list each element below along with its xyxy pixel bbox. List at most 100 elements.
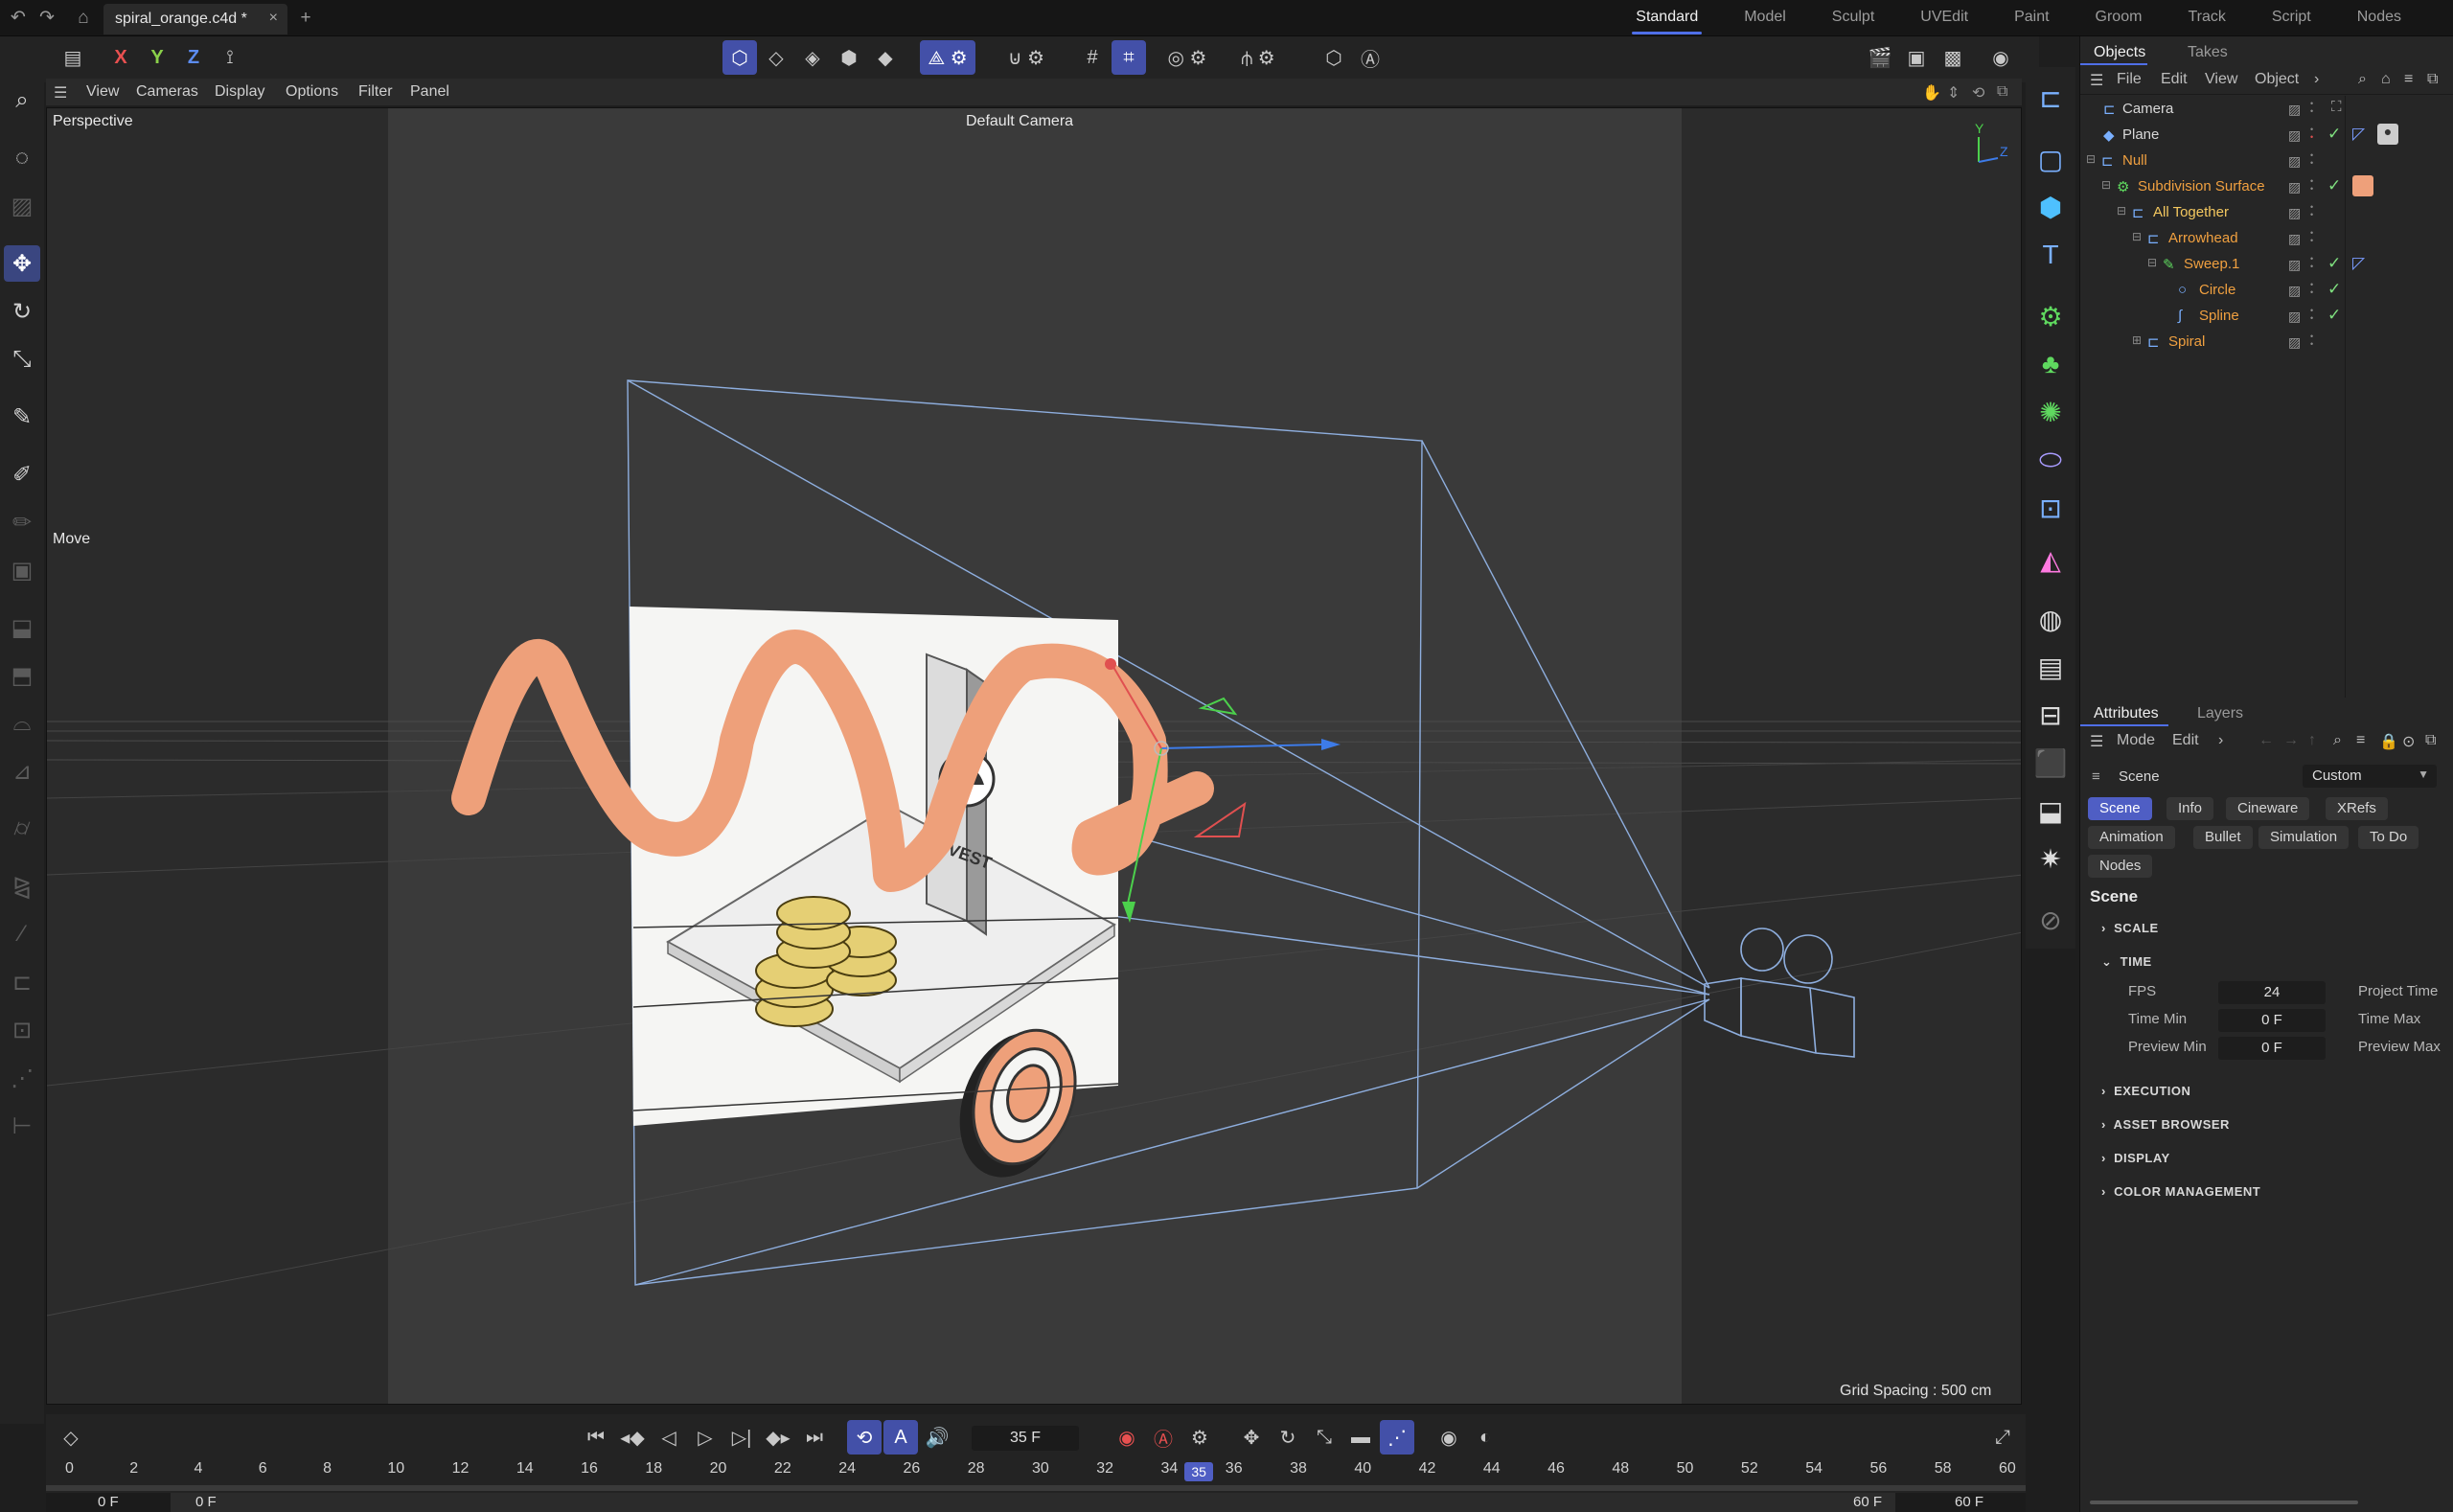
cylinder-icon[interactable]: ⌭: [4, 811, 40, 847]
enabled-check-icon[interactable]: ✓: [2327, 280, 2341, 299]
menu-panel[interactable]: Panel: [410, 83, 449, 101]
layer-toggle-icon[interactable]: ▨: [2288, 179, 2304, 195]
object-row-camera[interactable]: ⊏ Camera ▨ • • ⛶: [2080, 96, 2453, 122]
preview-min-field[interactable]: 0 F: [2218, 1037, 2326, 1060]
collapse-icon[interactable]: ⊟: [2132, 230, 2142, 243]
extrude-icon[interactable]: ⬓: [4, 609, 40, 646]
objects-menu-edit[interactable]: Edit: [2161, 71, 2188, 88]
pla-key-icon[interactable]: ⋰: [1380, 1420, 1414, 1455]
visibility-dots[interactable]: • •: [2310, 126, 2318, 142]
objects-filter-icon[interactable]: ≡: [2404, 71, 2413, 88]
object-row-circle[interactable]: ○ Circle ▨ • • ✓: [2080, 277, 2453, 303]
playback-rate-icon[interactable]: A: [883, 1420, 918, 1455]
menu-cameras[interactable]: Cameras: [136, 83, 198, 101]
menu-view[interactable]: View: [86, 83, 119, 101]
end-frame-field[interactable]: 60 F: [1955, 1494, 1983, 1510]
layer-toggle-icon[interactable]: ▨: [2288, 102, 2304, 117]
motion-system-icon[interactable]: ◉: [1432, 1420, 1466, 1455]
camera-icon[interactable]: ⬛: [2031, 744, 2070, 782]
redo-icon[interactable]: ↷: [34, 6, 59, 31]
pen-tool-icon[interactable]: ✎: [4, 399, 40, 435]
live-selection-icon[interactable]: ◌: [4, 140, 40, 176]
volume-icon[interactable]: ◭: [2031, 540, 2070, 579]
document-tab[interactable]: spiral_orange.c4d * ×: [103, 4, 287, 34]
pan-icon[interactable]: ✋: [1922, 83, 1941, 103]
cube-icon[interactable]: ⬢: [2031, 188, 2070, 226]
attributes-settings-icon[interactable]: ⊙: [2402, 732, 2415, 751]
objects-menu-view[interactable]: View: [2205, 71, 2237, 88]
rectangle-spline-icon[interactable]: ▢: [2031, 140, 2070, 178]
next-frame-icon[interactable]: ▷|: [724, 1420, 759, 1455]
axis-y-lock[interactable]: Y: [140, 40, 174, 75]
chip-animation[interactable]: Animation: [2088, 826, 2175, 849]
position-key-icon[interactable]: ✥: [1234, 1420, 1269, 1455]
attributes-filter-icon[interactable]: ≡: [2356, 732, 2365, 749]
light-icon[interactable]: ✷: [2031, 839, 2070, 878]
layout-tab-paint[interactable]: Paint: [1991, 0, 2072, 36]
material-tag-icon[interactable]: ●: [2377, 124, 2398, 145]
group-asset-browser[interactable]: › ASSET BROWSER: [2101, 1117, 2230, 1132]
layout-tab-uvedit[interactable]: UVEdit: [1897, 0, 1991, 36]
group-execution[interactable]: › EXECUTION: [2101, 1084, 2190, 1098]
visibility-dots[interactable]: • •: [2310, 203, 2318, 219]
clapper-board-icon[interactable]: ▤: [2031, 648, 2070, 686]
fps-field[interactable]: 24: [2218, 981, 2326, 1004]
chip-cineware[interactable]: Cineware: [2226, 797, 2310, 820]
polygons-mode-icon[interactable]: ⬢: [832, 40, 866, 75]
subdivision-icon[interactable]: ⚙: [2031, 297, 2070, 335]
dolly-icon[interactable]: ⇕: [1947, 83, 1960, 103]
layout-tab-groom[interactable]: Groom: [2073, 0, 2166, 36]
animate-icon[interactable]: Ⓐ: [1353, 40, 1387, 75]
visibility-dots[interactable]: • •: [2310, 255, 2318, 271]
chip-scene[interactable]: Scene: [2088, 797, 2152, 820]
up-icon[interactable]: ↑: [2308, 732, 2316, 749]
sketch-icon[interactable]: ✏: [4, 504, 40, 540]
chip-bullet[interactable]: Bullet: [2193, 826, 2253, 849]
object-row-arrowhead[interactable]: ⊟ ⊏ Arrowhead ▨ • •: [2080, 225, 2453, 251]
go-to-start-icon[interactable]: ⏮: [579, 1420, 613, 1455]
layout-tab-standard[interactable]: Standard: [1613, 0, 1721, 36]
attributes-menu-mode[interactable]: Mode: [2117, 732, 2155, 749]
object-row-plane[interactable]: ◆ Plane ▨ • • ✓ ◸ ●: [2080, 122, 2453, 148]
start-frame-field[interactable]: 0 F: [98, 1494, 119, 1510]
group-time[interactable]: ⌄ TIME: [2101, 954, 2152, 970]
object-row-spiral[interactable]: ⊞ ⊏ Spiral ▨ • •: [2080, 329, 2453, 355]
objects-menu-object[interactable]: Object: [2255, 71, 2299, 88]
tag-icon[interactable]: ⊘: [2031, 901, 2070, 939]
objects-home-icon[interactable]: ⌂: [2381, 71, 2391, 88]
rotate-tool-icon[interactable]: ↻: [4, 293, 40, 330]
bevel-icon[interactable]: ⬒: [4, 657, 40, 694]
phong-tag-icon[interactable]: ◸: [2352, 254, 2365, 273]
previous-key-icon[interactable]: ◂◆: [615, 1420, 650, 1455]
grid-snap-icon[interactable]: #: [1075, 40, 1110, 75]
axis-mode-icon[interactable]: ⟁ ⚙: [920, 40, 975, 75]
viewport-camera-name[interactable]: Default Camera: [966, 113, 1073, 130]
environment-icon[interactable]: ◍: [2031, 600, 2070, 638]
object-row-sweep[interactable]: ⊟ ✎ Sweep.1 ▨ • • ✓ ◸: [2080, 251, 2453, 277]
spline-pen-icon[interactable]: ✐: [4, 456, 40, 493]
group-scale[interactable]: › SCALE: [2101, 921, 2159, 935]
visibility-dots[interactable]: • •: [2310, 151, 2318, 168]
param-key-icon[interactable]: ▬: [1343, 1420, 1378, 1455]
model-mode-icon[interactable]: ⬡: [722, 40, 757, 75]
layer-toggle-icon[interactable]: ▨: [2288, 283, 2304, 298]
home-icon[interactable]: ⌂: [71, 6, 96, 31]
text-icon[interactable]: T: [2031, 236, 2070, 274]
expand-icon[interactable]: ⊞: [2132, 333, 2142, 347]
tab-attributes[interactable]: Attributes: [2094, 705, 2159, 722]
visibility-dots[interactable]: • •: [2310, 229, 2318, 245]
undo-icon[interactable]: ↶: [6, 6, 31, 31]
new-tab-icon[interactable]: +: [293, 6, 318, 31]
time-min-field[interactable]: 0 F: [2218, 1009, 2326, 1032]
attributes-hamburger-icon[interactable]: ☰: [2090, 732, 2103, 751]
autokey-icon[interactable]: Ⓐ: [1146, 1420, 1181, 1455]
layer-toggle-icon[interactable]: ▨: [2288, 309, 2304, 324]
layout-tab-script[interactable]: Script: [2249, 0, 2334, 36]
coordinate-system-icon[interactable]: ⟟: [213, 40, 247, 75]
snap-icon[interactable]: ⊍ ⚙: [1002, 40, 1050, 75]
group-display[interactable]: › DISPLAY: [2101, 1151, 2170, 1165]
chip-simulation[interactable]: Simulation: [2258, 826, 2350, 849]
edges-mode-icon[interactable]: ◈: [795, 40, 830, 75]
visibility-dots[interactable]: • •: [2310, 332, 2318, 349]
preview-start-field[interactable]: 0 F: [195, 1494, 217, 1510]
